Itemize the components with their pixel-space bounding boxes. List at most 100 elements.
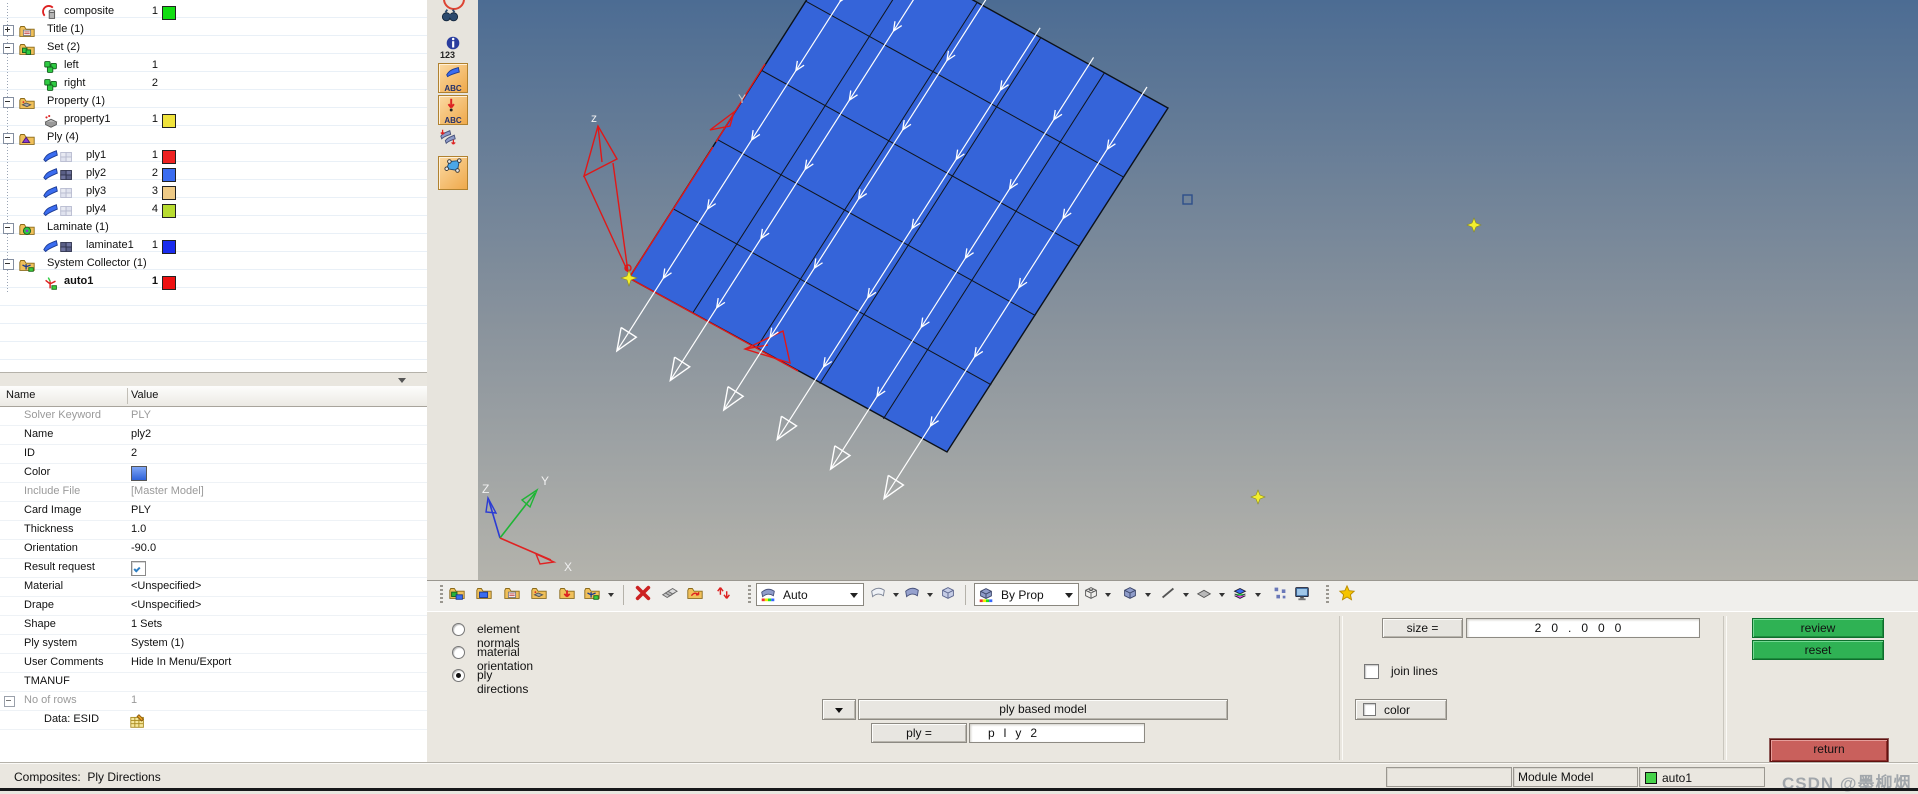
property-row[interactable]: ID 2 — [0, 445, 427, 464]
color-swatch[interactable] — [162, 240, 176, 254]
tree-item-ply-folder[interactable]: Ply (4) — [0, 129, 427, 147]
tree-item-ply4[interactable]: ply4 4 — [0, 201, 427, 219]
tree-item-ply2-selected[interactable]: ply2 2 — [0, 165, 427, 183]
edges-dropdown-icon[interactable] — [1183, 593, 1189, 597]
review-button[interactable]: review — [1752, 618, 1884, 638]
property-row[interactable]: Drape <Unspecified> — [0, 597, 427, 616]
radio-selected-icon[interactable] — [452, 669, 465, 682]
property-row[interactable]: Shape 1 Sets — [0, 616, 427, 635]
load-collector-button[interactable] — [558, 584, 580, 606]
return-button[interactable]: return — [1770, 739, 1888, 762]
property-row[interactable]: Name ply2 — [0, 426, 427, 445]
solid-geometry-button[interactable] — [939, 584, 961, 606]
element-2d-display-button[interactable] — [1195, 584, 1217, 606]
wireframe-dropdown-icon[interactable] — [1105, 593, 1111, 597]
property-row[interactable]: Include File [Master Model] — [0, 483, 427, 502]
2d-display-dropdown-icon[interactable] — [1219, 593, 1225, 597]
color-swatch[interactable] — [162, 204, 176, 218]
collapse-minus-icon[interactable] — [4, 696, 15, 707]
performance-graphics-button[interactable] — [1293, 584, 1315, 606]
favorites-icon[interactable] — [1338, 584, 1360, 606]
collapse-minus-icon[interactable] — [3, 259, 14, 270]
ply-selector-button[interactable]: ply = — [871, 723, 967, 743]
color-swatch[interactable] — [162, 150, 176, 164]
property-row[interactable]: TMANUF — [0, 673, 427, 692]
property-row[interactable]: Card Image PLY — [0, 502, 427, 521]
binoculars-icon[interactable] — [441, 6, 459, 27]
surface-shade-dropdown-icon[interactable] — [927, 593, 933, 597]
property-row[interactable]: Thickness 1.0 — [0, 521, 427, 540]
collapse-minus-icon[interactable] — [3, 97, 14, 108]
tree-item-title[interactable]: Title (1) — [0, 21, 427, 39]
property-row[interactable]: Solver Keyword PLY — [0, 407, 427, 426]
property-row-result-request[interactable]: Result request — [0, 559, 427, 578]
expand-plus-icon[interactable] — [3, 25, 14, 36]
property-row[interactable]: Ply system System (1) — [0, 635, 427, 654]
layers-dropdown-icon[interactable] — [1255, 593, 1261, 597]
color-picker-swatch[interactable] — [131, 466, 147, 481]
color-swatch[interactable] — [162, 6, 176, 20]
card-edit-button[interactable] — [660, 584, 682, 606]
property-row[interactable]: Material <Unspecified> — [0, 578, 427, 597]
geometry-shade-button[interactable] — [869, 584, 891, 606]
free-points-button[interactable] — [1271, 584, 1293, 606]
toolbar-grip[interactable] — [748, 585, 751, 605]
load-label-toggle-button[interactable]: ABC — [438, 95, 468, 125]
renumber-button[interactable] — [715, 584, 737, 606]
element-display-button[interactable] — [438, 156, 468, 190]
tree-item-system-collector[interactable]: System Collector (1) — [0, 255, 427, 273]
collapse-minus-icon[interactable] — [3, 133, 14, 144]
model-3d-scene[interactable]: z Y Z Y X — [478, 0, 1918, 580]
join-lines-checkbox[interactable] — [1364, 664, 1379, 679]
element-edges-button[interactable] — [1159, 584, 1181, 606]
wireframe-elements-button[interactable] — [1082, 584, 1104, 606]
size-value-field[interactable]: 20.000 — [1466, 618, 1700, 638]
tree-item-left[interactable]: left 1 — [0, 57, 427, 75]
size-button[interactable]: size = — [1382, 618, 1463, 638]
graphics-viewport[interactable]: z Y Z Y X — [478, 0, 1918, 580]
tree-item-property[interactable]: Property (1) — [0, 93, 427, 111]
ply-name-field[interactable]: ply2 — [969, 723, 1145, 743]
color-swatch[interactable] — [162, 186, 176, 200]
model-type-dropdown-button[interactable] — [822, 699, 856, 720]
column-divider[interactable] — [127, 388, 128, 404]
tree-item-auto1[interactable]: auto1 1 — [0, 273, 427, 291]
surface-shade-button[interactable] — [903, 584, 925, 606]
tree-item-laminate-folder[interactable]: Laminate (1) — [0, 219, 427, 237]
toolbar-grip[interactable] — [440, 585, 443, 605]
system-collector-dropdown-icon[interactable] — [608, 593, 614, 597]
color-swatch[interactable] — [162, 276, 176, 290]
property-row-data-esid[interactable]: Data: ESID — [0, 711, 427, 730]
geometry-shade-dropdown-icon[interactable] — [893, 593, 899, 597]
color-checkbox[interactable] — [1363, 703, 1376, 716]
composite-layers-button[interactable] — [1231, 584, 1253, 606]
tree-item-set[interactable]: Set (2) — [0, 39, 427, 57]
checked-checkbox[interactable] — [131, 561, 146, 576]
property-collector-button[interactable] — [530, 584, 552, 606]
property-row-no-of-rows[interactable]: No of rows 1 — [0, 692, 427, 711]
module-indicator[interactable]: Module Model — [1513, 767, 1638, 787]
table-edit-icon[interactable] — [129, 712, 147, 736]
combo-dropdown-icon[interactable] — [1065, 593, 1073, 598]
title-collector-button[interactable] — [503, 584, 525, 606]
property-row-color[interactable]: Color — [0, 464, 427, 483]
tree-item-ply1[interactable]: ply1 1 — [0, 147, 427, 165]
color-toggle-button[interactable]: color — [1355, 699, 1447, 720]
column-header-name[interactable]: Name — [6, 386, 35, 405]
property-row[interactable]: Orientation -90.0 — [0, 540, 427, 559]
shaded-dropdown-icon[interactable] — [1145, 593, 1151, 597]
components-collector-button[interactable] — [448, 584, 470, 606]
component-create-button[interactable] — [475, 584, 497, 606]
color-swatch[interactable] — [162, 114, 176, 128]
collapse-minus-icon[interactable] — [3, 43, 14, 54]
delete-button[interactable] — [634, 584, 656, 606]
toolbar-grip[interactable] — [1326, 585, 1329, 605]
tree-item-right[interactable]: right 2 — [0, 75, 427, 93]
property-row[interactable]: User Comments Hide In Menu/Export — [0, 654, 427, 673]
element-color-mode-combo[interactable]: By Prop — [974, 583, 1079, 606]
splitter-collapse-icon[interactable] — [398, 378, 406, 383]
ply-label-toggle-button[interactable]: ABC — [438, 63, 468, 93]
tree-item-ply3[interactable]: ply3 3 — [0, 183, 427, 201]
column-header-value[interactable]: Value — [131, 386, 158, 405]
system-collector-button[interactable] — [583, 584, 605, 606]
